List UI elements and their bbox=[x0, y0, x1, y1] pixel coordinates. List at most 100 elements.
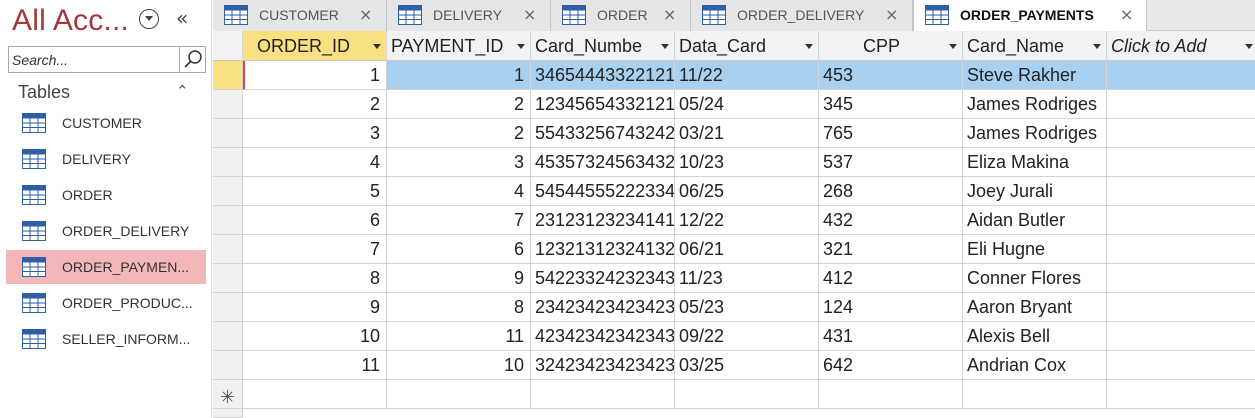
tab-order-payments[interactable]: ORDER_PAYMENTS × bbox=[913, 0, 1147, 32]
table-cell[interactable]: Conner Flores bbox=[963, 264, 1107, 293]
table-cell[interactable]: Aaron Bryant bbox=[963, 293, 1107, 322]
table-cell[interactable] bbox=[1107, 177, 1255, 206]
table-cell[interactable]: 5 bbox=[243, 177, 387, 206]
table-cell[interactable]: 6 bbox=[243, 206, 387, 235]
table-cell[interactable]: 12345654332121 bbox=[531, 90, 675, 119]
column-header-order-id[interactable]: ORDER_ID bbox=[243, 31, 387, 61]
nav-item-order-delivery[interactable]: ORDER_DELIVERY bbox=[6, 214, 206, 248]
table-cell[interactable]: 03/21 bbox=[675, 119, 819, 148]
table-cell[interactable]: 2 bbox=[243, 90, 387, 119]
record-selector[interactable] bbox=[213, 206, 243, 235]
nav-menu-chevron-icon[interactable] bbox=[139, 9, 159, 29]
table-cell[interactable]: 321 bbox=[819, 235, 963, 264]
table-cell[interactable]: 1 bbox=[243, 61, 387, 90]
table-cell[interactable]: 7 bbox=[387, 206, 531, 235]
table-cell[interactable]: 05/23 bbox=[675, 293, 819, 322]
column-header-card-name[interactable]: Card_Name bbox=[963, 31, 1107, 61]
table-cell[interactable] bbox=[1107, 235, 1255, 264]
nav-title[interactable]: All Acc... bbox=[12, 4, 129, 38]
table-cell[interactable]: 42342342342343 bbox=[531, 322, 675, 351]
table-cell[interactable]: 34654443322121 bbox=[531, 61, 675, 90]
table-cell[interactable]: 537 bbox=[819, 148, 963, 177]
table-cell[interactable]: 11/23 bbox=[675, 264, 819, 293]
table-cell[interactable]: 345 bbox=[819, 90, 963, 119]
record-selector[interactable] bbox=[213, 90, 243, 119]
table-cell[interactable] bbox=[1107, 293, 1255, 322]
table-cell[interactable]: 1 bbox=[387, 61, 531, 90]
table-cell[interactable]: 431 bbox=[819, 322, 963, 351]
record-selector[interactable] bbox=[213, 351, 243, 380]
table-cell[interactable] bbox=[1107, 61, 1255, 90]
table-cell[interactable]: 45357324563432 bbox=[531, 148, 675, 177]
table-cell[interactable]: 268 bbox=[819, 177, 963, 206]
table-cell[interactable] bbox=[1107, 206, 1255, 235]
table-cell[interactable]: 3 bbox=[387, 148, 531, 177]
table-cell[interactable]: 54223324232343 bbox=[531, 264, 675, 293]
nav-item-seller-inform[interactable]: SELLER_INFORM... bbox=[6, 322, 206, 356]
nav-item-customer[interactable]: CUSTOMER bbox=[6, 106, 206, 140]
tab-customer[interactable]: CUSTOMER × bbox=[213, 0, 387, 31]
new-record-cell[interactable] bbox=[819, 380, 963, 409]
new-record-cell[interactable] bbox=[531, 380, 675, 409]
table-cell[interactable]: 453 bbox=[819, 61, 963, 90]
table-cell[interactable]: Andrian Cox bbox=[963, 351, 1107, 380]
table-cell[interactable]: Aidan Butler bbox=[963, 206, 1107, 235]
tab-order-delivery[interactable]: ORDER_DELIVERY × bbox=[691, 0, 913, 31]
table-cell[interactable]: 3 bbox=[243, 119, 387, 148]
table-cell[interactable]: 765 bbox=[819, 119, 963, 148]
tab-delivery[interactable]: DELIVERY × bbox=[387, 0, 551, 31]
nav-item-order-produc[interactable]: ORDER_PRODUC... bbox=[6, 286, 206, 320]
table-cell[interactable]: 6 bbox=[387, 235, 531, 264]
table-cell[interactable]: 11 bbox=[243, 351, 387, 380]
record-selector[interactable] bbox=[213, 119, 243, 148]
table-cell[interactable]: 7 bbox=[243, 235, 387, 264]
new-record-cell[interactable] bbox=[1107, 380, 1255, 409]
column-dropdown-icon[interactable] bbox=[517, 44, 525, 49]
table-cell[interactable]: Joey Jurali bbox=[963, 177, 1107, 206]
table-cell[interactable]: 23423423423423 bbox=[531, 293, 675, 322]
table-cell[interactable]: 06/21 bbox=[675, 235, 819, 264]
new-record-cell[interactable] bbox=[243, 380, 387, 409]
tab-order[interactable]: ORDER × bbox=[551, 0, 691, 31]
new-record-cell[interactable] bbox=[963, 380, 1107, 409]
search-icon[interactable] bbox=[179, 47, 205, 72]
table-cell[interactable]: Eli Hugne bbox=[963, 235, 1107, 264]
table-cell[interactable]: 4 bbox=[387, 177, 531, 206]
table-cell[interactable]: James Rodriges bbox=[963, 119, 1107, 148]
column-dropdown-icon[interactable] bbox=[1245, 44, 1253, 49]
table-cell[interactable] bbox=[1107, 264, 1255, 293]
column-header-payment-id[interactable]: PAYMENT_ID bbox=[387, 31, 531, 61]
new-record-cell[interactable] bbox=[387, 380, 531, 409]
table-cell[interactable]: 11 bbox=[387, 322, 531, 351]
record-selector[interactable] bbox=[213, 148, 243, 177]
table-cell[interactable]: 23123123234141 bbox=[531, 206, 675, 235]
table-cell[interactable]: 10/23 bbox=[675, 148, 819, 177]
table-cell[interactable]: 2 bbox=[387, 90, 531, 119]
table-cell[interactable]: Steve Rakher bbox=[963, 61, 1107, 90]
table-cell[interactable]: Eliza Makina bbox=[963, 148, 1107, 177]
column-header-click-to-add[interactable]: Click to Add bbox=[1107, 31, 1255, 61]
column-dropdown-icon[interactable] bbox=[373, 44, 381, 49]
group-collapse-icon[interactable]: ⌃ bbox=[176, 82, 189, 100]
table-cell[interactable]: 4 bbox=[243, 148, 387, 177]
column-dropdown-icon[interactable] bbox=[661, 44, 669, 49]
table-cell[interactable] bbox=[1107, 351, 1255, 380]
table-cell[interactable]: 432 bbox=[819, 206, 963, 235]
table-cell[interactable] bbox=[1107, 322, 1255, 351]
table-cell[interactable]: 9 bbox=[387, 264, 531, 293]
record-selector[interactable] bbox=[213, 235, 243, 264]
nav-collapse-icon[interactable]: « bbox=[176, 7, 188, 29]
nav-item-order[interactable]: ORDER bbox=[6, 178, 206, 212]
table-cell[interactable]: 412 bbox=[819, 264, 963, 293]
select-all-corner[interactable] bbox=[213, 31, 243, 61]
record-selector[interactable] bbox=[213, 293, 243, 322]
column-dropdown-icon[interactable] bbox=[949, 44, 957, 49]
table-cell[interactable]: 32423423423423 bbox=[531, 351, 675, 380]
table-cell[interactable]: James Rodriges bbox=[963, 90, 1107, 119]
table-cell[interactable] bbox=[1107, 90, 1255, 119]
table-cell[interactable]: 05/24 bbox=[675, 90, 819, 119]
table-cell[interactable] bbox=[1107, 148, 1255, 177]
new-record-selector[interactable]: ✳ bbox=[213, 380, 243, 409]
table-cell[interactable] bbox=[1107, 119, 1255, 148]
table-cell[interactable]: 03/25 bbox=[675, 351, 819, 380]
